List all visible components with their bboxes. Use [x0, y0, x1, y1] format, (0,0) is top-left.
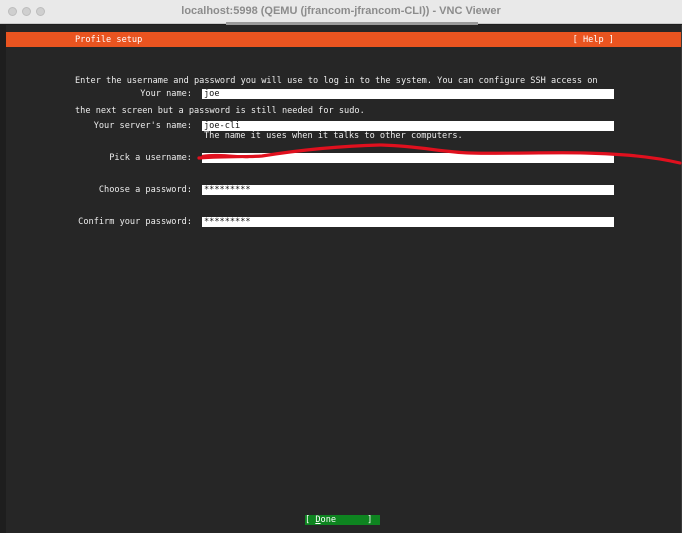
help-button[interactable]: [ Help ] — [573, 35, 614, 45]
done-close: ] — [336, 515, 373, 525]
intro-line-1: Enter the username and password you will… — [75, 76, 598, 86]
page-title: Profile setup — [75, 35, 143, 45]
name-label: Your name: — [140, 89, 192, 99]
done-open: [ — [305, 515, 316, 525]
server-name-label: Your server's name: — [93, 121, 192, 131]
server-name-input[interactable]: joe-cli — [202, 121, 614, 131]
password-input[interactable]: ********* — [202, 185, 614, 195]
password-label: Choose a password: — [98, 185, 192, 195]
intro-line-2: the next screen but a password is still … — [75, 106, 365, 116]
name-input[interactable]: joe — [202, 89, 614, 99]
confirm-password-label: Confirm your password: — [78, 217, 192, 227]
done-button[interactable]: [ Done ] — [305, 515, 380, 525]
vnc-viewer-window: localhost:5998 (QEMU (jfrancom-jfrancom-… — [0, 0, 682, 533]
username-input[interactable] — [202, 153, 614, 163]
username-label: Pick a username: — [109, 153, 192, 163]
server-name-hint: The name it uses when it talks to other … — [204, 131, 463, 141]
done-rest: one — [320, 515, 337, 525]
confirm-password-input[interactable]: ********* — [202, 217, 614, 227]
installer-screen: Profile setup [ Help ] Enter the usernam… — [6, 25, 682, 533]
window-title: localhost:5998 (QEMU (jfrancom-jfrancom-… — [181, 5, 501, 17]
header-bar: Profile setup [ Help ] — [6, 32, 682, 47]
window-titlebar[interactable]: localhost:5998 (QEMU (jfrancom-jfrancom-… — [0, 0, 682, 25]
